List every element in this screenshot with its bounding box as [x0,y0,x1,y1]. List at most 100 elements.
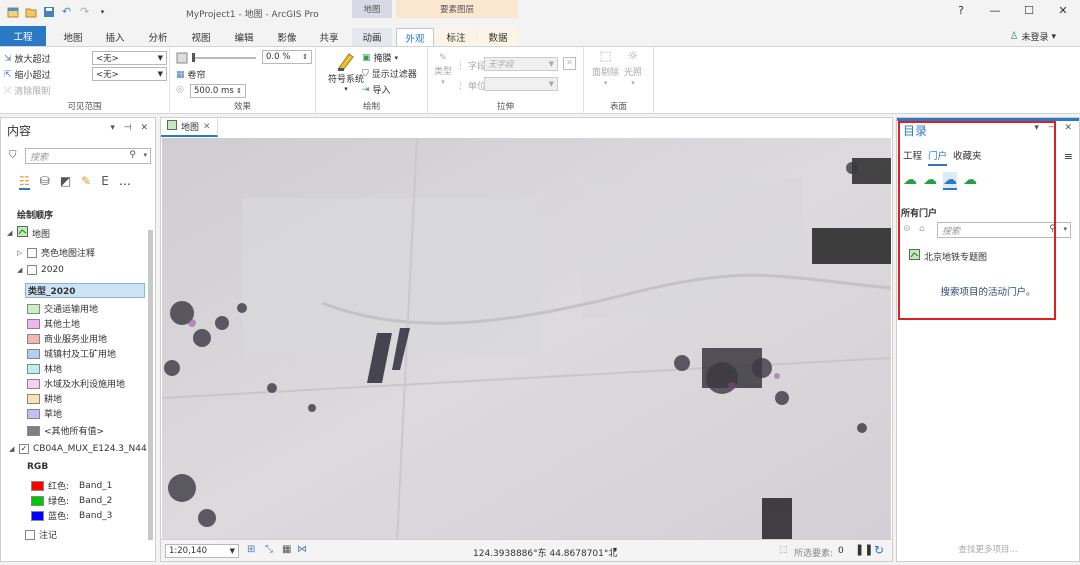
all-portal-icon[interactable]: ☁ [943,172,957,190]
annotation-layer[interactable]: 注记 [25,528,57,541]
portal-search-input[interactable]: 搜索 ⚲ ▾ [937,222,1071,238]
map-node[interactable]: ◢ 地图 [7,226,50,240]
filter-icon[interactable]: ⛉ [9,150,17,161]
minimize-button[interactable]: — [978,4,1012,17]
pane-controls[interactable]: ▾ ⊣ ✕ [1034,123,1075,133]
living-atlas-icon[interactable]: ☁ [963,172,977,190]
legend-class-item[interactable]: 水域及水利设施用地 [27,377,125,390]
source-icon[interactable]: ⛁ [40,174,50,190]
tab-share[interactable]: 共享 [314,28,344,46]
layer-checkbox[interactable]: ✓ [19,444,29,454]
tab-view[interactable]: 视图 [186,28,216,46]
selection-icon[interactable]: ◩ [60,174,71,190]
legend-class-item[interactable]: 草地 [27,407,62,420]
extrusion-type-button[interactable]: ✎ 类型 ▾ [434,53,452,86]
tab-catalog-favorites[interactable]: 收藏夹 [953,148,982,166]
maximize-button[interactable]: ☐ [1012,4,1046,17]
back-icon[interactable]: ⊖ [903,224,911,234]
pause-drawing-icon[interactable]: ❚❚ [855,543,873,556]
tab-data[interactable]: 数据 [478,28,518,46]
tab-catalog-portal[interactable]: 门户 [928,148,948,166]
transparency-slider[interactable] [192,57,256,59]
import-symbology-button[interactable]: ⇥ 导入 [362,83,391,97]
lighting-button[interactable]: ☼ 光照 ▾ [624,49,642,87]
zoom-out-beyond-select[interactable]: <无> ▼ [92,67,167,81]
legend-class-item[interactable]: 商业服务业用地 [27,332,107,345]
other-values-class[interactable]: <其他所有值> [27,424,104,437]
pane-controls[interactable]: ▾ ⊣ ✕ [110,123,151,133]
editing-icon[interactable]: ✎ [81,174,91,190]
grid-icon[interactable]: ▦ [282,544,291,555]
tab-appearance[interactable]: 外观 [396,28,434,46]
collapse-icon[interactable]: ◢ [9,445,15,453]
rgb-band-item[interactable]: 绿色: Band_2 [31,494,112,507]
layer-checkbox[interactable] [27,265,37,275]
display-filter-button[interactable]: ⛉ 显示过滤器 [362,67,417,81]
drawing-order-icon[interactable]: ☷ [19,174,30,190]
expression-icon[interactable]: ✕ [563,57,576,70]
new-project-icon[interactable] [6,5,19,18]
portal-item[interactable]: 北京地铁专题图 [909,249,987,263]
layer-checkbox[interactable] [27,247,37,258]
extrusion-unit-select[interactable]: ▼ [484,77,558,91]
map-view-tab[interactable]: 地图 ✕ [161,118,218,137]
zoom-in-beyond-select[interactable]: <无> ▼ [92,51,167,65]
basemap-labels-layer[interactable]: ▷ 亮色地图注释 [17,246,95,259]
layer-2020[interactable]: ◢ 2020 [17,265,64,275]
find-more-items-link[interactable]: 查找更多项目... [897,543,1079,555]
groups-icon[interactable]: ☁ [923,172,937,190]
tab-map[interactable]: 地图 [58,28,88,46]
clear-limits-button[interactable]: ⤫ 清除限制 [4,84,50,98]
mask-button[interactable]: ▣ 掩膜 ▾ [362,51,398,65]
more-options-icon[interactable]: … [119,174,131,190]
scale-select[interactable]: 1:20,140 ▼ [165,544,239,558]
close-button[interactable]: ✕ [1046,4,1080,17]
tab-edit[interactable]: 编辑 [229,28,259,46]
tab-imagery[interactable]: 影像 [272,28,302,46]
tab-labeling[interactable]: 标注 [436,28,476,46]
snapping-icon[interactable]: E [101,174,109,190]
customize-qat-icon[interactable]: ▾ [96,5,109,18]
class-field-heading[interactable]: 类型_2020 [25,283,145,298]
raster-layer[interactable]: ◢ ✓ CB04A_MUX_E124.3_N44 [9,444,147,454]
refresh-icon[interactable]: ↻ [874,543,884,557]
extrusion-field-select[interactable]: 无字段 ▼ [484,57,558,71]
transparency-slider-thumb[interactable] [192,53,195,62]
collapse-icon[interactable]: ◢ [7,229,13,237]
help-button[interactable]: ? [944,4,978,17]
open-folder-icon[interactable] [24,5,37,18]
legend-class-item[interactable]: 耕地 [27,392,62,405]
map-scale-icon[interactable]: ⊞ [247,544,255,555]
contents-scrollbar[interactable] [148,230,153,540]
home-icon[interactable]: ⌂ [919,224,925,234]
map-canvas[interactable] [162,138,891,541]
redo-icon[interactable]: ↷ [78,5,91,18]
fixed-zoom-icon[interactable]: ⤡ [265,544,273,555]
backface-culling-button[interactable]: ⬚ 面剔除 ▾ [592,49,619,87]
legend-class-item[interactable]: 交通运输用地 [27,302,98,315]
snapping-icon[interactable]: ⋈ [297,544,307,555]
legend-class-item[interactable]: 其他土地 [27,317,80,330]
rgb-band-item[interactable]: 红色: Band_1 [31,479,112,492]
layer-checkbox[interactable] [25,529,35,540]
swipe-button[interactable]: ▦ 卷帘 [176,68,206,82]
tab-insert[interactable]: 插入 [100,28,130,46]
zoom-in-beyond-button[interactable]: ⇲ 放大超过 [4,52,51,66]
menu-icon[interactable]: ≡ [1064,150,1073,163]
user-sign-in[interactable]: ♙ 未登录 ▾ [1009,30,1056,43]
legend-class-item[interactable]: 城镇村及工矿用地 [27,347,116,360]
flicker-input[interactable]: 500.0 ms ⇕ [190,84,246,98]
contents-search-input[interactable]: 搜索 ⚲ ▾ [25,148,151,164]
legend-class-item[interactable]: 林地 [27,362,62,375]
collapse-icon[interactable]: ◢ [17,266,23,274]
save-icon[interactable] [42,5,55,18]
undo-icon[interactable]: ↶ [60,5,73,18]
my-content-icon[interactable]: ☁ [903,172,917,190]
tab-catalog-project[interactable]: 工程 [903,148,922,166]
transparency-input[interactable]: 0.0 % ⇕ [262,50,312,64]
tab-animation[interactable]: 动画 [352,28,392,46]
chevron-down-icon[interactable]: ▾ [613,545,617,554]
expand-icon[interactable]: ▷ [17,249,23,257]
rgb-band-item[interactable]: 蓝色: Band_3 [31,509,112,522]
tab-project[interactable]: 工程 [0,26,46,46]
